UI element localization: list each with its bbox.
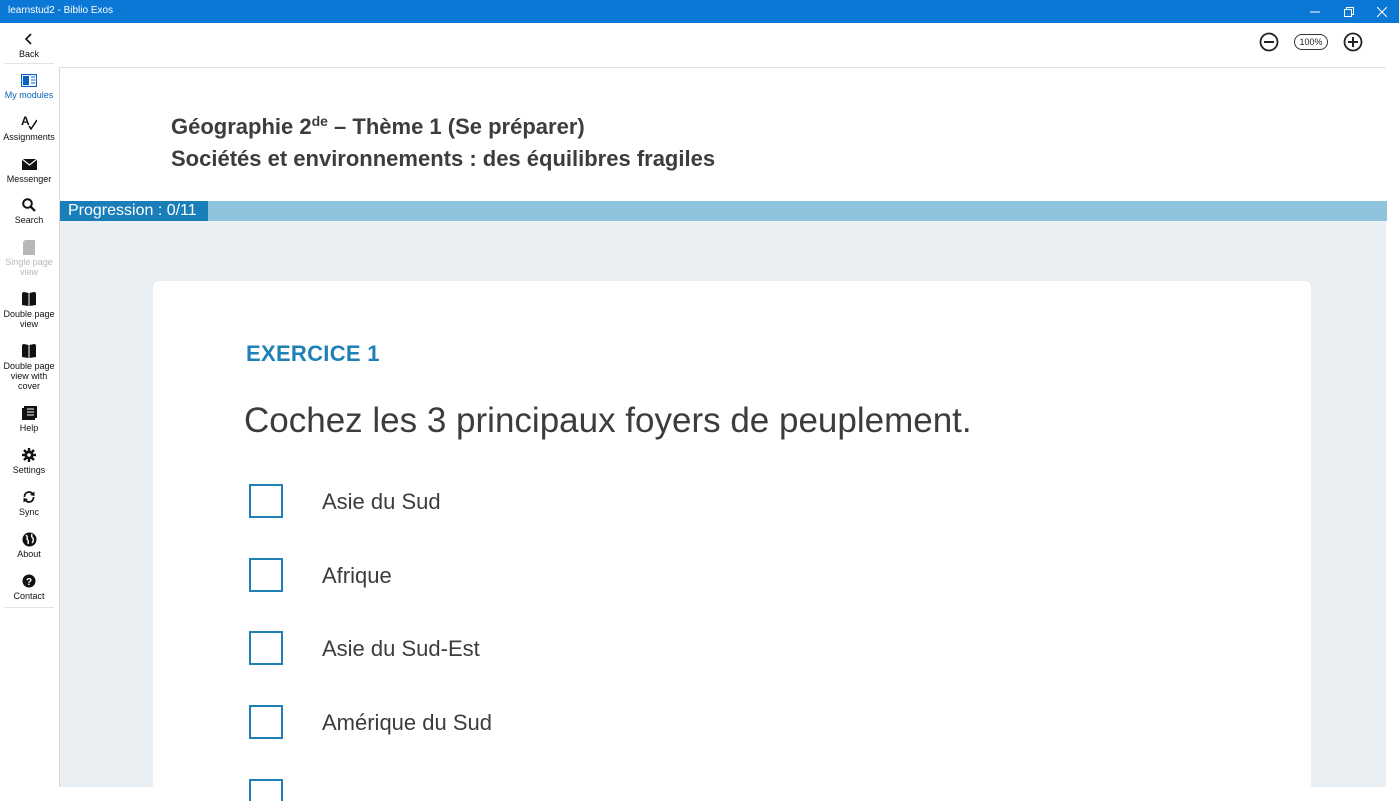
- answer-checkbox[interactable]: [249, 779, 283, 801]
- sidebar-item-label: Messenger: [6, 174, 52, 184]
- exercise-page: Géographie 2de – Thème 1 (Se préparer) S…: [59, 67, 1387, 801]
- svg-text:?: ?: [26, 577, 32, 588]
- restore-button[interactable]: [1332, 0, 1365, 23]
- sidebar-item-label: Help: [19, 423, 39, 433]
- close-icon: [1376, 6, 1387, 17]
- minimize-icon: [1309, 11, 1320, 12]
- search-icon: [21, 197, 37, 213]
- svg-text:A: A: [21, 114, 30, 128]
- answer-option[interactable]: Amérique du Sud: [249, 705, 849, 739]
- sidebar-item-label: Settings: [12, 465, 46, 475]
- help-book-icon: [21, 405, 37, 421]
- minimize-button[interactable]: [1298, 0, 1331, 23]
- assignments-icon: A: [21, 114, 37, 130]
- sidebar-item-label: Double page view with cover: [3, 361, 55, 391]
- sidebar-item-single-page-view[interactable]: Single page view: [0, 239, 58, 277]
- answer-checkbox[interactable]: [249, 484, 283, 518]
- sync-icon: [21, 489, 37, 505]
- answer-checkbox[interactable]: [249, 558, 283, 592]
- module-header: Géographie 2de – Thème 1 (Se préparer) S…: [60, 68, 1387, 201]
- window-title: learnstud2 - Biblio Exos: [8, 5, 114, 16]
- sidebar-item-contact[interactable]: ? Contact: [0, 573, 58, 601]
- title-bar: learnstud2 - Biblio Exos: [0, 0, 1399, 23]
- zoom-in-icon: [1343, 32, 1363, 52]
- sidebar-item-label: Back: [18, 49, 39, 59]
- answer-checkbox[interactable]: [249, 705, 283, 739]
- answer-option[interactable]: Afrique: [249, 558, 849, 592]
- zoom-toolbar: 100%: [59, 23, 1399, 67]
- sidebar-item-double-page-view[interactable]: Double page view: [0, 291, 58, 329]
- answer-option[interactable]: Asie du Sud-Est: [249, 631, 849, 665]
- answer-label: Asie du Sud: [322, 489, 441, 514]
- exercise-question: Cochez les 3 principaux foyers de peuple…: [244, 401, 972, 440]
- sidebar-item-my-modules[interactable]: My modules: [0, 72, 58, 100]
- sidebar-item-double-page-view-with-cover[interactable]: Double page view with cover: [0, 343, 58, 391]
- zoom-level-button[interactable]: 100%: [1294, 31, 1328, 53]
- globe-icon: [21, 531, 37, 547]
- zoom-out-icon: [1259, 32, 1279, 52]
- zoom-out-button[interactable]: [1258, 31, 1280, 53]
- zoom-level: 100%: [1294, 34, 1328, 50]
- double-page-icon: [21, 291, 37, 307]
- sidebar-item-label: About: [17, 549, 41, 559]
- sidebar-item-about[interactable]: About: [0, 531, 58, 559]
- zoom-in-button[interactable]: [1342, 31, 1364, 53]
- sidebar-item-label: Contact: [13, 591, 45, 601]
- envelope-icon: [21, 156, 37, 172]
- close-button[interactable]: [1365, 0, 1398, 23]
- back-arrow-icon: [21, 31, 37, 47]
- question-icon: ?: [21, 573, 37, 589]
- answer-label: Asie du Sud-Est: [322, 636, 480, 661]
- sidebar-item-label: Double page view: [3, 309, 55, 329]
- restore-icon: [1343, 6, 1354, 17]
- gear-icon: [21, 447, 37, 463]
- sidebar-item-label: My modules: [4, 90, 54, 100]
- sidebar-item-search[interactable]: Search: [0, 197, 58, 225]
- sidebar-item-label: Sync: [18, 507, 39, 517]
- sidebar-item-sync[interactable]: Sync: [0, 489, 58, 517]
- sidebar-item-label: Assignments: [3, 132, 55, 142]
- module-title: Géographie 2de – Thème 1 (Se préparer): [171, 113, 585, 139]
- modules-icon: [21, 72, 37, 88]
- double-page-cover-icon: [21, 343, 37, 359]
- sidebar-item-label: Search: [14, 215, 44, 225]
- sidebar-item-help[interactable]: Help: [0, 405, 58, 433]
- answer-checkbox[interactable]: [249, 631, 283, 665]
- sidebar-item-assignments[interactable]: A Assignments: [0, 114, 58, 142]
- sidebar-item-messenger[interactable]: Messenger: [0, 156, 58, 184]
- module-subtitle: Sociétés et environnements : des équilib…: [171, 146, 716, 171]
- answer-option[interactable]: Asie du Sud: [249, 484, 849, 518]
- single-page-icon: [21, 239, 37, 255]
- sidebar: Back My modules A Assignments Messenger …: [0, 23, 58, 787]
- answer-label: Amérique du Sud: [322, 710, 492, 735]
- sidebar-item-back[interactable]: Back: [0, 31, 58, 59]
- progress-bar: Progression : 0/11: [60, 201, 1387, 221]
- sidebar-item-label: Single page view: [5, 257, 53, 277]
- answer-label: Afrique: [322, 563, 392, 588]
- exercise-title: EXERCICE 1: [246, 341, 380, 366]
- sidebar-item-settings[interactable]: Settings: [0, 447, 58, 475]
- progress-label: Progression : 0/11: [60, 201, 208, 221]
- exercise-card: EXERCICE 1 Cochez les 3 principaux foyer…: [153, 281, 1311, 801]
- answer-option-partial[interactable]: [249, 779, 849, 801]
